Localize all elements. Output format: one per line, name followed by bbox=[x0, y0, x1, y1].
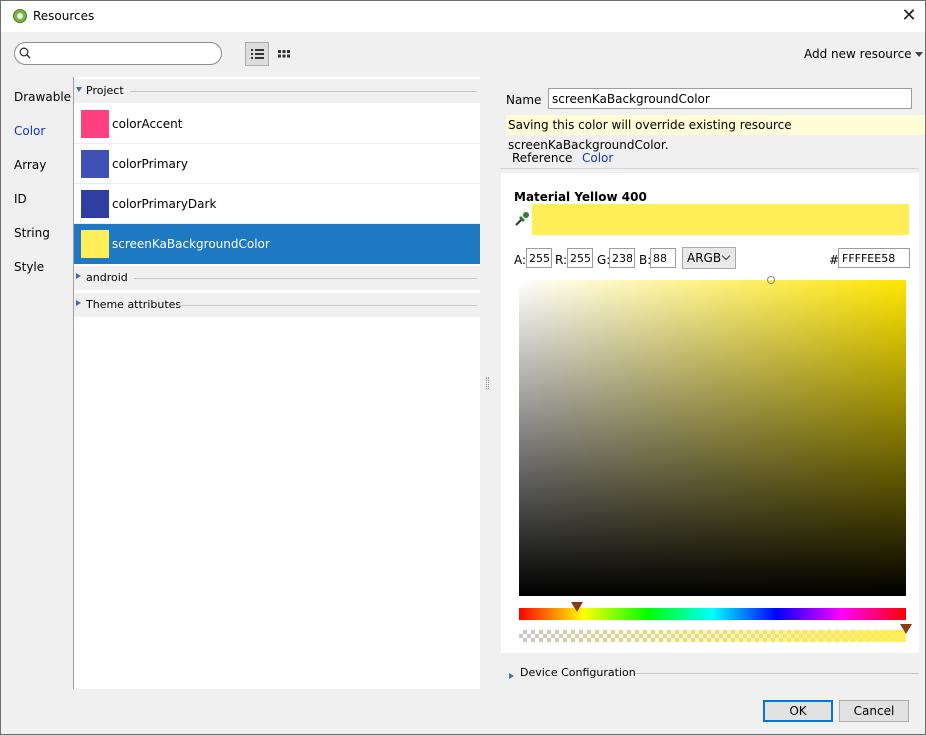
divider bbox=[130, 91, 477, 92]
hue-slider[interactable] bbox=[519, 602, 906, 620]
ok-button[interactable]: OK bbox=[763, 700, 833, 722]
search-box[interactable] bbox=[14, 42, 222, 65]
hex-field[interactable] bbox=[838, 248, 910, 268]
color-cursor[interactable] bbox=[766, 276, 775, 284]
title-bar: Resources ✕ bbox=[1, 1, 925, 32]
tab-reference[interactable]: Reference bbox=[512, 151, 572, 165]
alpha-field[interactable] bbox=[526, 248, 552, 268]
override-warning: Saving this color will override existing… bbox=[506, 115, 925, 152]
color-swatch bbox=[81, 190, 109, 218]
list-item-selected[interactable]: screenKaBackgroundColor bbox=[74, 224, 481, 264]
argb-inputs: A: R: G: B: ARGB # bbox=[514, 247, 914, 270]
divider bbox=[635, 673, 919, 674]
grid-view-icon bbox=[278, 50, 290, 58]
hue-slider-thumb[interactable] bbox=[571, 602, 584, 612]
list-view-button[interactable] bbox=[245, 42, 269, 66]
red-field[interactable] bbox=[567, 248, 593, 268]
window-title: Resources bbox=[33, 9, 95, 23]
group-project[interactable]: Project bbox=[74, 79, 481, 103]
group-label: Project bbox=[86, 84, 124, 97]
toolbar: Add new resource bbox=[1, 32, 925, 77]
expand-right-icon bbox=[509, 673, 514, 679]
add-new-resource-dropdown[interactable]: Add new resource bbox=[804, 47, 923, 61]
alpha-slider[interactable] bbox=[519, 624, 912, 642]
green-field[interactable] bbox=[609, 248, 635, 268]
nav-item-drawable[interactable]: Drawable bbox=[14, 90, 71, 104]
saturation-brightness-area[interactable] bbox=[519, 276, 906, 596]
color-swatch bbox=[81, 230, 109, 258]
chevron-down-icon bbox=[721, 251, 731, 261]
list-view-icon bbox=[251, 49, 264, 59]
resource-name: colorPrimary bbox=[112, 157, 188, 171]
color-swatch bbox=[81, 150, 109, 178]
add-new-resource-label: Add new resource bbox=[804, 47, 912, 61]
nav-item-color[interactable]: Color bbox=[14, 124, 45, 138]
resources-dialog: Resources ✕ Add new resource Drawable Co… bbox=[0, 0, 926, 735]
list-item[interactable]: colorPrimaryDark bbox=[74, 184, 481, 224]
expand-right-icon bbox=[76, 273, 81, 279]
grid-view-button[interactable] bbox=[272, 42, 296, 66]
search-input[interactable] bbox=[35, 45, 215, 62]
alpha-slider-thumb[interactable] bbox=[900, 624, 912, 634]
android-studio-icon bbox=[13, 9, 27, 23]
blue-field[interactable] bbox=[650, 248, 676, 268]
name-field[interactable] bbox=[548, 88, 912, 109]
color-editor: Name Saving this color will override exi… bbox=[495, 77, 925, 689]
alpha-label: A: bbox=[514, 253, 527, 267]
resource-name: colorAccent bbox=[112, 117, 183, 131]
resource-list: Project colorAccent colorPrimary colorPr… bbox=[73, 77, 481, 689]
resource-type-nav: Drawable Color Array ID String Style bbox=[1, 77, 73, 689]
expand-down-icon bbox=[76, 87, 82, 92]
divider bbox=[178, 305, 477, 306]
resource-name: screenKaBackgroundColor bbox=[112, 237, 270, 251]
grip-icon bbox=[486, 377, 489, 389]
group-android[interactable]: android bbox=[74, 266, 481, 290]
nav-item-string[interactable]: String bbox=[14, 226, 50, 240]
expand-right-icon bbox=[76, 300, 81, 306]
panel-splitter[interactable] bbox=[480, 77, 495, 689]
nav-item-style[interactable]: Style bbox=[14, 260, 44, 274]
color-mode-value: ARGB bbox=[687, 251, 722, 265]
group-label: android bbox=[86, 271, 128, 284]
color-mode-select[interactable]: ARGB bbox=[682, 247, 736, 269]
list-item[interactable]: colorPrimary bbox=[74, 144, 481, 184]
name-label: Name bbox=[506, 93, 542, 107]
group-label: Theme attributes bbox=[86, 298, 182, 311]
color-preview bbox=[532, 204, 909, 235]
nav-item-id[interactable]: ID bbox=[14, 192, 27, 206]
nav-item-array[interactable]: Array bbox=[14, 158, 46, 172]
material-color-name: Material Yellow 400 bbox=[514, 190, 647, 204]
resource-name: colorPrimaryDark bbox=[112, 197, 217, 211]
search-icon bbox=[19, 47, 31, 59]
editor-tabs: Reference Color bbox=[501, 145, 919, 169]
cancel-button[interactable]: Cancel bbox=[839, 700, 909, 722]
list-item[interactable]: colorAccent bbox=[74, 104, 481, 144]
chevron-down-icon bbox=[914, 52, 923, 57]
alpha-gradient bbox=[519, 630, 906, 642]
divider bbox=[134, 278, 477, 279]
device-configuration-section[interactable]: Device Configuration bbox=[509, 666, 919, 680]
color-picker: Material Yellow 400 A: R: G: B: ARGB bbox=[501, 173, 919, 653]
close-icon[interactable]: ✕ bbox=[895, 5, 923, 27]
dialog-buttons: OK Cancel bbox=[1, 689, 925, 734]
black-gradient bbox=[519, 280, 906, 596]
tab-color[interactable]: Color bbox=[582, 151, 613, 165]
color-swatch bbox=[81, 110, 109, 138]
eyedropper-icon[interactable] bbox=[513, 210, 531, 228]
red-label: R: bbox=[555, 253, 568, 267]
group-theme-attributes[interactable]: Theme attributes bbox=[74, 293, 481, 317]
device-configuration-label: Device Configuration bbox=[520, 666, 636, 679]
